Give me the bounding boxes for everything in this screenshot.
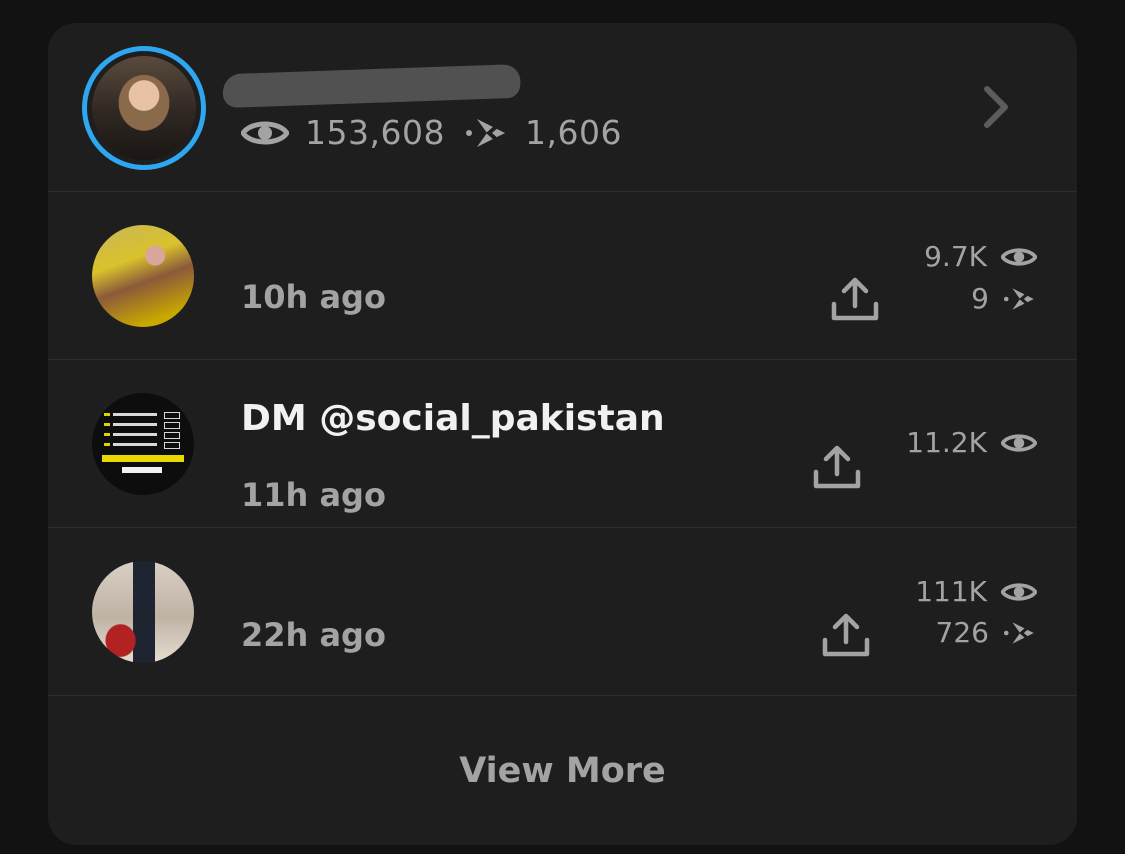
story-thumbnail[interactable] <box>92 225 194 327</box>
redacted-username <box>219 63 525 109</box>
thumb-decoration <box>113 413 157 416</box>
eye-icon <box>1001 582 1037 601</box>
thumb-decoration <box>113 433 157 436</box>
thumb-decoration <box>104 423 110 426</box>
story-screenshots: 9 <box>971 282 1037 315</box>
upload-share-icon[interactable] <box>830 274 880 324</box>
thumb-decoration <box>113 443 157 446</box>
story-row[interactable]: DM @social_pakistan 11h ago 11.2K <box>48 360 1077 528</box>
upload-share-icon[interactable] <box>821 610 871 660</box>
story-time: 11h ago <box>241 476 386 514</box>
story-views-count: 11.2K <box>906 426 987 459</box>
eye-icon <box>1001 247 1037 266</box>
chevron-right-icon[interactable] <box>981 85 1011 129</box>
avatar[interactable] <box>82 46 206 170</box>
screenshot-arrows-icon <box>1003 286 1035 311</box>
story-stats-card: 153,608 1,606 10h ago 9.7K 9 DM @social_… <box>48 23 1077 845</box>
screenshot-arrows-icon <box>465 116 507 149</box>
thumb-decoration <box>164 412 180 419</box>
story-screenshots-count: 726 <box>935 616 989 649</box>
story-views-count: 9.7K <box>924 240 987 273</box>
thumb-decoration <box>164 432 180 439</box>
thumb-decoration <box>113 423 157 426</box>
profile-stats: 153,608 1,606 <box>241 113 642 152</box>
story-views: 9.7K <box>924 240 1037 273</box>
story-time: 22h ago <box>241 616 386 654</box>
story-time: 10h ago <box>241 278 386 316</box>
story-thumbnail[interactable] <box>92 561 194 663</box>
story-row[interactable]: 10h ago 9.7K 9 <box>48 192 1077 360</box>
screenshot-arrows-icon <box>1003 620 1035 645</box>
story-row[interactable]: 22h ago 111K 726 <box>48 528 1077 696</box>
profile-screenshots-count: 1,606 <box>524 113 622 152</box>
eye-icon <box>1001 433 1037 452</box>
story-thumbnail[interactable] <box>92 393 194 495</box>
avatar-image <box>92 56 196 160</box>
profile-views-count: 153,608 <box>305 113 445 152</box>
upload-share-icon[interactable] <box>812 442 862 492</box>
thumb-decoration <box>104 443 110 446</box>
eye-icon <box>241 121 289 144</box>
thumb-decoration <box>104 413 110 416</box>
profile-row[interactable]: 153,608 1,606 <box>48 23 1077 192</box>
story-screenshots: 726 <box>936 616 1037 649</box>
story-screenshots-count: 9 <box>971 282 989 315</box>
view-more-button[interactable]: View More <box>48 696 1077 845</box>
story-views-count: 111K <box>915 575 987 608</box>
view-more-label: View More <box>459 750 666 791</box>
story-views: 111K <box>915 575 1037 608</box>
story-views: 11.2K <box>906 426 1037 459</box>
thumb-decoration <box>122 467 162 473</box>
thumb-decoration <box>164 442 180 449</box>
thumb-decoration <box>102 455 184 462</box>
story-title: DM @social_pakistan <box>241 398 665 439</box>
thumb-decoration <box>104 433 110 436</box>
thumb-decoration <box>164 422 180 429</box>
